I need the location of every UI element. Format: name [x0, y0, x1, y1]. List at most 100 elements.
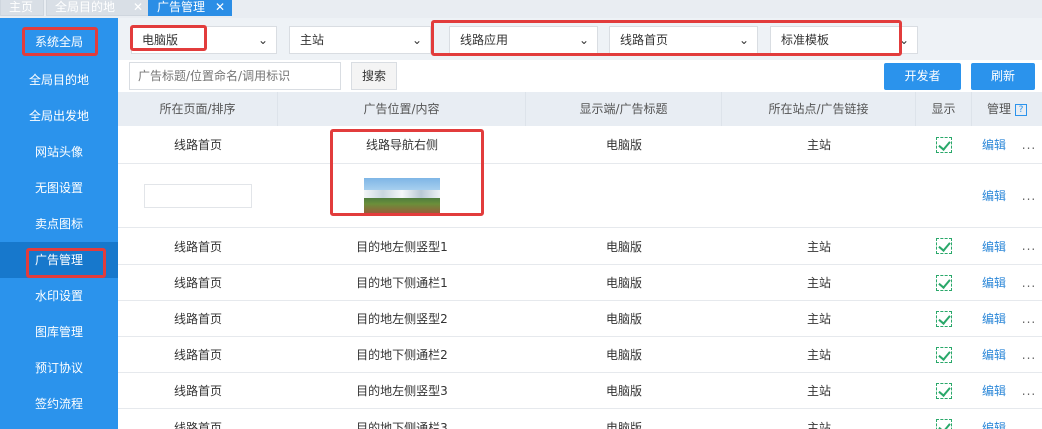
- sidebar-item-selling-point-icons[interactable]: 卖点图标: [0, 206, 118, 242]
- more-actions[interactable]: ...: [1016, 126, 1042, 163]
- sidebar-item-no-image-settings[interactable]: 无图设置: [0, 170, 118, 206]
- chevron-down-icon: ⌄: [898, 33, 909, 47]
- sort-cell: [118, 164, 278, 227]
- sort-input[interactable]: [144, 183, 252, 208]
- row-device: 电脑版: [605, 276, 642, 290]
- row-page: 线路首页: [173, 312, 222, 326]
- tab-ad-management-label: 广告管理: [157, 0, 206, 14]
- search-bar: 搜索 开发者 刷新: [118, 60, 1042, 92]
- column-header-site: 所在站点/广告链接: [722, 92, 916, 126]
- edit-label: 编辑: [981, 384, 1006, 398]
- sidebar-item-global-destination[interactable]: 全局目的地: [0, 62, 118, 98]
- table-header: 所在页面/排序 广告位置/内容 显示端/广告标题 所在站点/广告链接 显示 管理…: [118, 92, 1042, 126]
- display-checkbox[interactable]: [916, 126, 972, 163]
- display-checkbox[interactable]: [916, 301, 972, 336]
- search-input[interactable]: [129, 62, 341, 90]
- edit-link[interactable]: 编辑: [972, 301, 1016, 336]
- device-select[interactable]: 电脑版 ⌄: [131, 26, 277, 54]
- more-actions[interactable]: ...: [1016, 265, 1042, 300]
- more-icon: ...: [1021, 137, 1037, 152]
- edit-link[interactable]: 编辑: [972, 373, 1016, 408]
- more-actions[interactable]: ...: [1016, 337, 1042, 372]
- row-position: 目的地下侧通栏1: [356, 276, 448, 290]
- edit-label: 编辑: [981, 276, 1006, 290]
- display-checkbox[interactable]: [916, 228, 972, 264]
- row-position: 目的地左侧竖型2: [356, 312, 448, 326]
- chevron-down-icon: ⌄: [578, 33, 589, 47]
- ad-thumbnail-image[interactable]: [364, 177, 440, 214]
- more-actions[interactable]: ...: [1016, 301, 1042, 336]
- row-device: 电脑版: [605, 312, 642, 326]
- edit-label: 编辑: [981, 189, 1006, 203]
- sidebar-item-signing-process[interactable]: 签约流程: [0, 386, 118, 422]
- site-select-value: 主站: [300, 33, 325, 47]
- check-icon: [936, 346, 952, 363]
- display-checkbox[interactable]: [916, 373, 972, 408]
- edit-label: 编辑: [981, 420, 1006, 429]
- sidebar-item-system-global[interactable]: 系统全局: [0, 24, 118, 60]
- more-icon: ...: [1021, 239, 1037, 253]
- table-row: 线路首页 目的地下侧通栏1 电脑版 主站 编辑 ...: [118, 265, 1042, 301]
- column-header-device: 显示端/广告标题: [526, 92, 722, 126]
- tab-home[interactable]: 主页: [0, 0, 44, 16]
- row-position: 目的地下侧通栏2: [356, 348, 448, 362]
- sidebar-item-gallery-management[interactable]: 图库管理: [0, 314, 118, 350]
- search-button[interactable]: 搜索: [351, 62, 397, 90]
- sidebar-item-ad-management[interactable]: 广告管理: [0, 242, 118, 278]
- help-icon[interactable]: ?: [1015, 103, 1027, 116]
- edit-link[interactable]: 编辑: [972, 409, 1016, 429]
- check-icon: [936, 136, 952, 153]
- row-device: 电脑版: [605, 348, 642, 362]
- more-icon: ...: [1021, 383, 1037, 398]
- page-select-value: 线路首页: [620, 33, 669, 47]
- close-icon[interactable]: ✕: [215, 0, 225, 17]
- developer-button[interactable]: 开发者: [884, 63, 961, 90]
- more-icon: ...: [1021, 188, 1037, 203]
- tab-global-destination-label: 全局目的地: [55, 0, 116, 14]
- sidebar-item-watermark-settings[interactable]: 水印设置: [0, 278, 118, 314]
- sidebar: 系统全局 全局目的地 全局出发地 网站头像 无图设置 卖点图标 广告管理 水印设…: [0, 18, 118, 429]
- row-device: 电脑版: [605, 239, 642, 254]
- display-checkbox[interactable]: [916, 265, 972, 300]
- edit-label: 编辑: [981, 312, 1006, 326]
- tab-ad-management[interactable]: 广告管理 ✕: [148, 0, 232, 16]
- row-page: 线路首页: [173, 239, 222, 254]
- more-actions[interactable]: ...: [1016, 228, 1042, 264]
- edit-link[interactable]: 编辑: [972, 126, 1016, 163]
- row-page: 线路首页: [173, 384, 222, 398]
- chevron-down-icon: ⌄: [257, 33, 268, 47]
- display-checkbox[interactable]: [916, 337, 972, 372]
- page-select[interactable]: 线路首页 ⌄: [609, 26, 758, 54]
- check-icon: [936, 310, 952, 327]
- display-checkbox[interactable]: [916, 409, 972, 429]
- row-site: 主站: [806, 312, 831, 326]
- site-select[interactable]: 主站 ⌄: [289, 26, 431, 54]
- row-device: 电脑版: [605, 420, 642, 429]
- ad-content-cell: [278, 164, 526, 227]
- table-row: 线路首页 目的地下侧通栏3 电脑版 主站 编辑: [118, 409, 1042, 429]
- edit-link[interactable]: 编辑: [972, 164, 1016, 227]
- edit-link[interactable]: 编辑: [972, 337, 1016, 372]
- edit-link[interactable]: 编辑: [972, 265, 1016, 300]
- tab-global-destination[interactable]: 全局目的地 ✕: [46, 0, 150, 16]
- row-site: 主站: [806, 420, 831, 429]
- filter-bar: 电脑版 ⌄ 主站 ⌄ 线路应用 ⌄ 线路首页 ⌄ 标准模板 ⌄: [118, 18, 1042, 60]
- column-header-manage-label: 管理: [986, 102, 1011, 116]
- row-page: 线路首页: [173, 276, 222, 290]
- more-actions[interactable]: ...: [1016, 164, 1042, 227]
- edit-link[interactable]: 编辑: [972, 228, 1016, 264]
- more-icon: ...: [1021, 275, 1037, 290]
- sidebar-item-site-avatar[interactable]: 网站头像: [0, 134, 118, 170]
- refresh-button[interactable]: 刷新: [971, 63, 1035, 90]
- sidebar-item-booking-agreement[interactable]: 预订协议: [0, 350, 118, 386]
- more-icon: ...: [1021, 311, 1037, 326]
- template-select[interactable]: 标准模板 ⌄: [770, 26, 918, 54]
- close-icon[interactable]: ✕: [133, 0, 143, 17]
- sidebar-item-global-departure[interactable]: 全局出发地: [0, 98, 118, 134]
- more-actions[interactable]: ...: [1016, 373, 1042, 408]
- row-position: 目的地下侧通栏3: [356, 420, 448, 429]
- app-select[interactable]: 线路应用 ⌄: [449, 26, 598, 54]
- row-page: 线路首页: [173, 348, 222, 362]
- table-row: 线路首页 目的地左侧竖型2 电脑版 主站 编辑 ...: [118, 301, 1042, 337]
- check-icon: [936, 238, 952, 254]
